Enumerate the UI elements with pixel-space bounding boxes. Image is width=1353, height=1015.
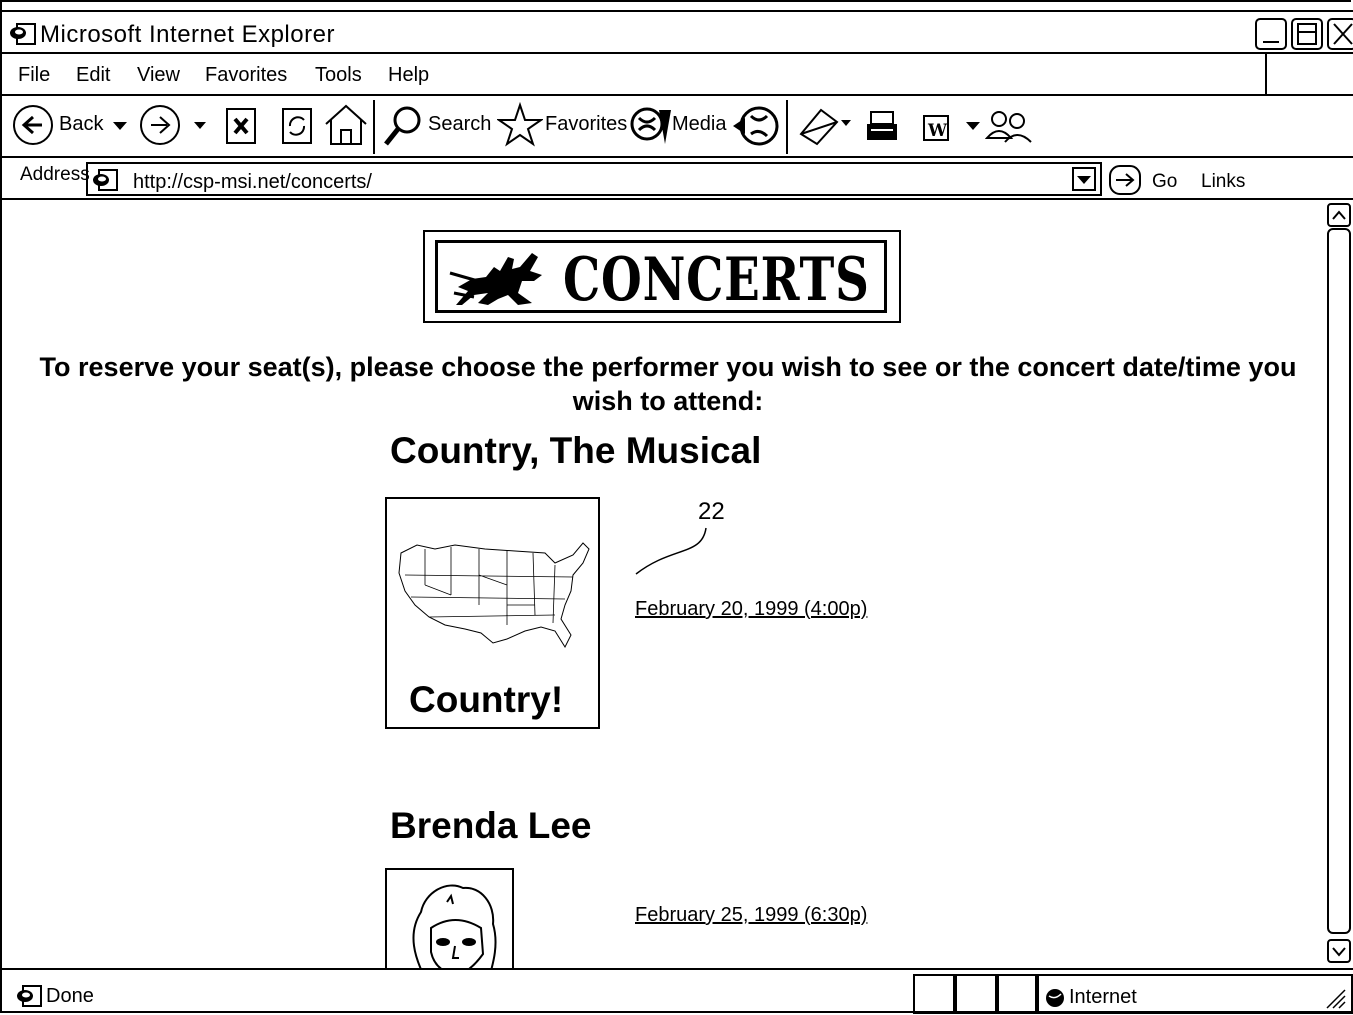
back-button[interactable] [12,105,56,155]
print-button[interactable] [865,110,901,150]
window-title: Microsoft Internet Explorer [40,21,335,48]
word-icon: W [923,115,949,141]
menu-favorites[interactable]: Favorites [205,64,287,87]
links-label[interactable]: Links [1201,171,1245,193]
refresh-button[interactable] [280,106,316,152]
zone-label: Internet [1069,986,1137,1008]
back-arrow-icon [13,105,53,145]
internet-globe-icon [1046,989,1064,1007]
country-musical-image[interactable]: Country! [385,497,600,729]
security-zone-panel: Internet [1037,974,1353,1014]
print-icon [867,111,897,140]
close-icon [1333,23,1353,45]
favorites-button[interactable] [495,101,545,154]
chevron-down-icon [1332,947,1346,957]
minimize-icon [1263,41,1279,43]
edit-button[interactable]: W [922,114,952,150]
history-globe-icon [733,106,779,146]
status-panel [913,974,955,1014]
banner-inner-frame: CONCERTS [435,240,887,315]
go-label[interactable]: Go [1152,171,1177,193]
reference-leader-line [635,527,707,575]
menu-edit[interactable]: Edit [76,64,110,87]
menu-separator [1265,54,1267,94]
page-icon [93,169,118,191]
stop-button[interactable] [224,106,260,152]
status-text: Done [46,985,94,1007]
go-arrow-icon [1109,165,1141,195]
search-icon [384,106,421,146]
chevron-up-icon [1332,210,1346,220]
vertical-scrollbar[interactable] [1326,200,1353,968]
back-label[interactable]: Back [59,113,103,136]
star-icon [495,101,545,147]
toolbar-separator [373,100,375,154]
mail-icon [799,108,851,146]
back-dropdown-icon[interactable] [112,120,128,132]
home-icon [325,104,367,145]
banner-title: CONCERTS [563,245,870,315]
address-bar: Address http://csp-msi.net/concerts/ Go … [0,158,1353,200]
menu-tools[interactable]: Tools [315,64,362,87]
country-image-caption: Country! [409,679,564,720]
ie-page-icon [10,23,36,45]
address-dropdown-button[interactable] [1072,167,1096,191]
brenda-lee-image[interactable] [385,868,514,968]
home-button[interactable] [322,102,370,154]
date-link-brenda-lee[interactable]: February 25, 1999 (6:30p) [635,904,867,927]
close-button[interactable] [1327,18,1353,50]
messenger-people-icon [984,111,1032,143]
page-content: CONCERTS To reserve your seat(s), please… [10,200,1326,968]
maximize-button[interactable] [1291,18,1323,50]
menu-help[interactable]: Help [388,64,429,87]
chevron-down-icon [1077,176,1091,184]
toolbar-separator [786,100,788,154]
mail-button[interactable] [797,104,853,154]
media-button[interactable] [629,106,673,152]
search-label[interactable]: Search [428,113,491,136]
media-label[interactable]: Media [672,113,726,136]
concerts-banner: CONCERTS [423,230,901,323]
portrait-face-icon [412,884,497,968]
address-url: http://csp-msi.net/concerts/ [133,171,372,193]
title-bar: Microsoft Internet Explorer [0,10,1353,54]
history-button[interactable] [731,102,781,156]
date-link-country[interactable]: February 20, 1999 (4:00p) [635,598,867,621]
forward-dropdown-icon[interactable] [193,120,207,130]
scroll-track[interactable] [1327,228,1351,934]
status-bar: Done Internet [0,968,1353,1015]
menu-bar: File Edit View Favorites Tools Help [0,54,1353,96]
forward-button[interactable] [139,105,183,155]
go-button[interactable] [1108,164,1142,201]
horse-rider-icon [449,253,542,305]
reference-number: 22 [698,498,725,525]
performer-name-country[interactable]: Country, The Musical [390,430,761,472]
maximize-icon [1297,23,1317,45]
stop-icon [226,108,256,144]
svg-text:W: W [927,121,948,141]
edit-dropdown-icon[interactable] [965,120,981,132]
minimize-button[interactable] [1255,18,1287,50]
status-panel [955,974,997,1014]
address-label: Address [20,164,90,185]
favorites-label[interactable]: Favorites [545,113,627,136]
performer-name-brenda-lee[interactable]: Brenda Lee [390,805,592,847]
messenger-button[interactable] [984,108,1035,150]
usa-map-icon [398,542,590,649]
page-status-icon [17,985,42,1007]
resize-grip-icon[interactable] [1321,984,1347,1010]
status-panel [997,974,1037,1014]
refresh-icon [282,108,312,144]
menu-file[interactable]: File [18,64,50,87]
toolbar: Back Search Favorites Media W [0,96,1353,158]
forward-arrow-icon [140,105,180,145]
media-icon [630,107,671,144]
scroll-up-button[interactable] [1327,203,1351,227]
address-input[interactable]: http://csp-msi.net/concerts/ [86,162,1102,196]
instructions-text: To reserve your seat(s), please choose t… [39,352,1297,416]
scroll-down-button[interactable] [1327,939,1351,963]
menu-view[interactable]: View [137,64,180,87]
search-button[interactable] [382,104,424,154]
